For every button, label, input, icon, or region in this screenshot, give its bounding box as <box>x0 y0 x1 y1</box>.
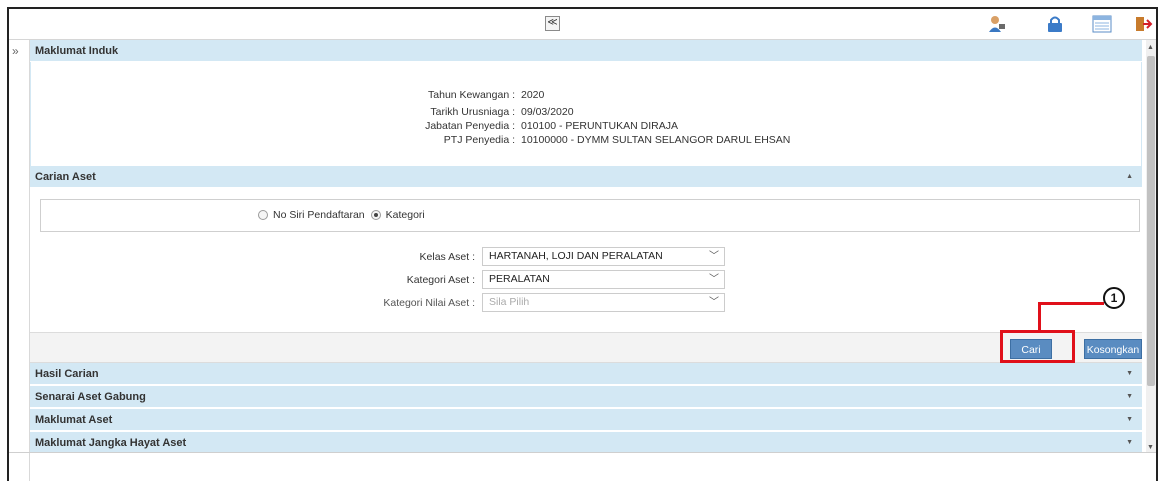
maklumat-induk-panel: Tahun Kewangan : 2020 Tarikh Urusniaga :… <box>30 62 1142 166</box>
field-label: Kategori Nilai Aset : <box>383 297 475 309</box>
info-label: Tahun Kewangan : <box>428 89 515 101</box>
chevron-down-icon: ﹀ <box>709 297 719 308</box>
info-value: 09/03/2020 <box>521 106 574 118</box>
info-label: Jabatan Penyedia : <box>425 120 515 132</box>
scrollbar-thumb[interactable] <box>1147 56 1155 386</box>
kategori-aset-select[interactable]: PERALATAN ﹀ <box>482 270 725 289</box>
section-header-senarai-aset-gabung[interactable]: Senarai Aset Gabung ▼ <box>30 386 1142 408</box>
section-title: Maklumat Jangka Hayat Aset <box>35 437 187 449</box>
callout-line <box>1038 303 1041 331</box>
info-row-jabatan: Jabatan Penyedia : 010100 - PERUNTUKAN D… <box>31 120 1143 134</box>
field-label: Kategori Aset : <box>406 274 475 286</box>
exit-icon[interactable] <box>1133 15 1153 33</box>
section-header-carian-aset[interactable]: Carian Aset ▲ <box>30 166 1142 188</box>
section-title: Hasil Carian <box>35 368 99 380</box>
app-window: ≪ » Maklumat Induk Tahun Kewangan: 2020… <box>7 7 1158 481</box>
expand-arrow-icon[interactable]: ▼ <box>1126 363 1133 385</box>
user-icon[interactable] <box>987 15 1007 33</box>
section-title: Senarai Aset Gabung <box>35 391 146 403</box>
section-title: Maklumat Induk <box>35 45 119 57</box>
section-header-maklumat-induk[interactable]: Maklumat Induk <box>30 40 1142 62</box>
collapse-arrow-icon[interactable]: ▲ <box>1126 166 1133 188</box>
radio-label-kategori[interactable]: Kategori <box>386 209 425 221</box>
field-kategori-nilai-aset: Kategori Nilai Aset : Sila Pilih ﹀ <box>30 293 1142 313</box>
double-chevron-right-icon[interactable]: » <box>12 44 19 58</box>
info-value: 10100000 - DYMM SULTAN SELANGOR DARUL EH… <box>521 134 791 146</box>
info-value: 010100 - PERUNTUKAN DIRAJA <box>521 120 678 132</box>
divider <box>9 452 1156 453</box>
action-bar: Cari Kosongkan <box>30 332 1142 363</box>
main-content: Maklumat Induk Tahun Kewangan : 2020 Tar… <box>30 40 1142 481</box>
chevron-down-icon: ﹀ <box>709 251 719 262</box>
section-header-maklumat-jangka-hayat-aset[interactable]: Maklumat Jangka Hayat Aset ▼ <box>30 432 1142 454</box>
select-placeholder: Sila Pilih <box>489 296 530 308</box>
field-kategori-aset: Kategori Aset : PERALATAN ﹀ <box>30 270 1142 290</box>
kategori-nilai-aset-select[interactable]: Sila Pilih ﹀ <box>482 293 725 312</box>
callout-line <box>1038 302 1104 305</box>
info-label: PTJ Penyedia : <box>443 134 515 146</box>
search-mode-radio-group: No Siri Pendaftaran Kategori <box>258 209 431 221</box>
callout-highlight-box <box>1000 330 1075 363</box>
section-header-hasil-carian[interactable]: Hasil Carian ▼ <box>30 363 1142 385</box>
scroll-down-icon[interactable]: ▼ <box>1147 444 1154 451</box>
section-header-maklumat-aset[interactable]: Maklumat Aset ▼ <box>30 409 1142 431</box>
side-panel-toggle[interactable]: » <box>9 40 30 481</box>
info-label: Tarikh Urusniaga : <box>430 106 515 118</box>
section-title: Maklumat Aset <box>35 414 113 426</box>
callout-number-badge: 1 <box>1103 287 1125 309</box>
info-row-tarikh: Tarikh Urusniaga : 09/03/2020 <box>31 106 1143 120</box>
search-mode-box: No Siri Pendaftaran Kategori <box>40 199 1140 232</box>
info-row-ptj: PTJ Penyedia : 10100000 - DYMM SULTAN SE… <box>31 134 1143 148</box>
radio-kategori[interactable] <box>370 210 381 220</box>
expand-arrow-icon[interactable]: ▼ <box>1126 432 1133 454</box>
chevron-down-icon: ﹀ <box>709 274 719 285</box>
select-value: HARTANAH, LOJI DAN PERALATAN <box>489 250 663 262</box>
expand-arrow-icon[interactable]: ▼ <box>1126 386 1133 408</box>
info-value: 2020 <box>521 89 545 101</box>
expand-arrow-icon[interactable]: ▼ <box>1126 409 1133 431</box>
select-value: PERALATAN <box>489 273 550 285</box>
collapse-header-button[interactable]: ≪ <box>545 16 560 31</box>
radio-no-siri[interactable] <box>258 210 268 220</box>
top-toolbar: ≪ <box>9 9 1156 40</box>
vertical-scrollbar[interactable]: ▲ ▼ <box>1146 40 1156 452</box>
field-kelas-aset: Kelas Aset : HARTANAH, LOJI DAN PERALATA… <box>30 247 1142 267</box>
list-icon[interactable] <box>1092 15 1112 33</box>
section-title: Carian Aset <box>35 171 96 183</box>
kelas-aset-select[interactable]: HARTANAH, LOJI DAN PERALATAN ﹀ <box>482 247 725 266</box>
field-label: Kelas Aset : <box>419 251 475 263</box>
lock-icon[interactable] <box>1045 15 1065 33</box>
carian-aset-panel: No Siri Pendaftaran Kategori Kelas Aset … <box>30 188 1142 332</box>
kosongkan-button[interactable]: Kosongkan <box>1084 339 1142 359</box>
radio-label-no-siri[interactable]: No Siri Pendaftaran <box>273 209 365 221</box>
info-row-tahun: Tahun Kewangan : 2020 <box>31 89 1143 103</box>
scroll-up-icon[interactable]: ▲ <box>1147 44 1154 51</box>
